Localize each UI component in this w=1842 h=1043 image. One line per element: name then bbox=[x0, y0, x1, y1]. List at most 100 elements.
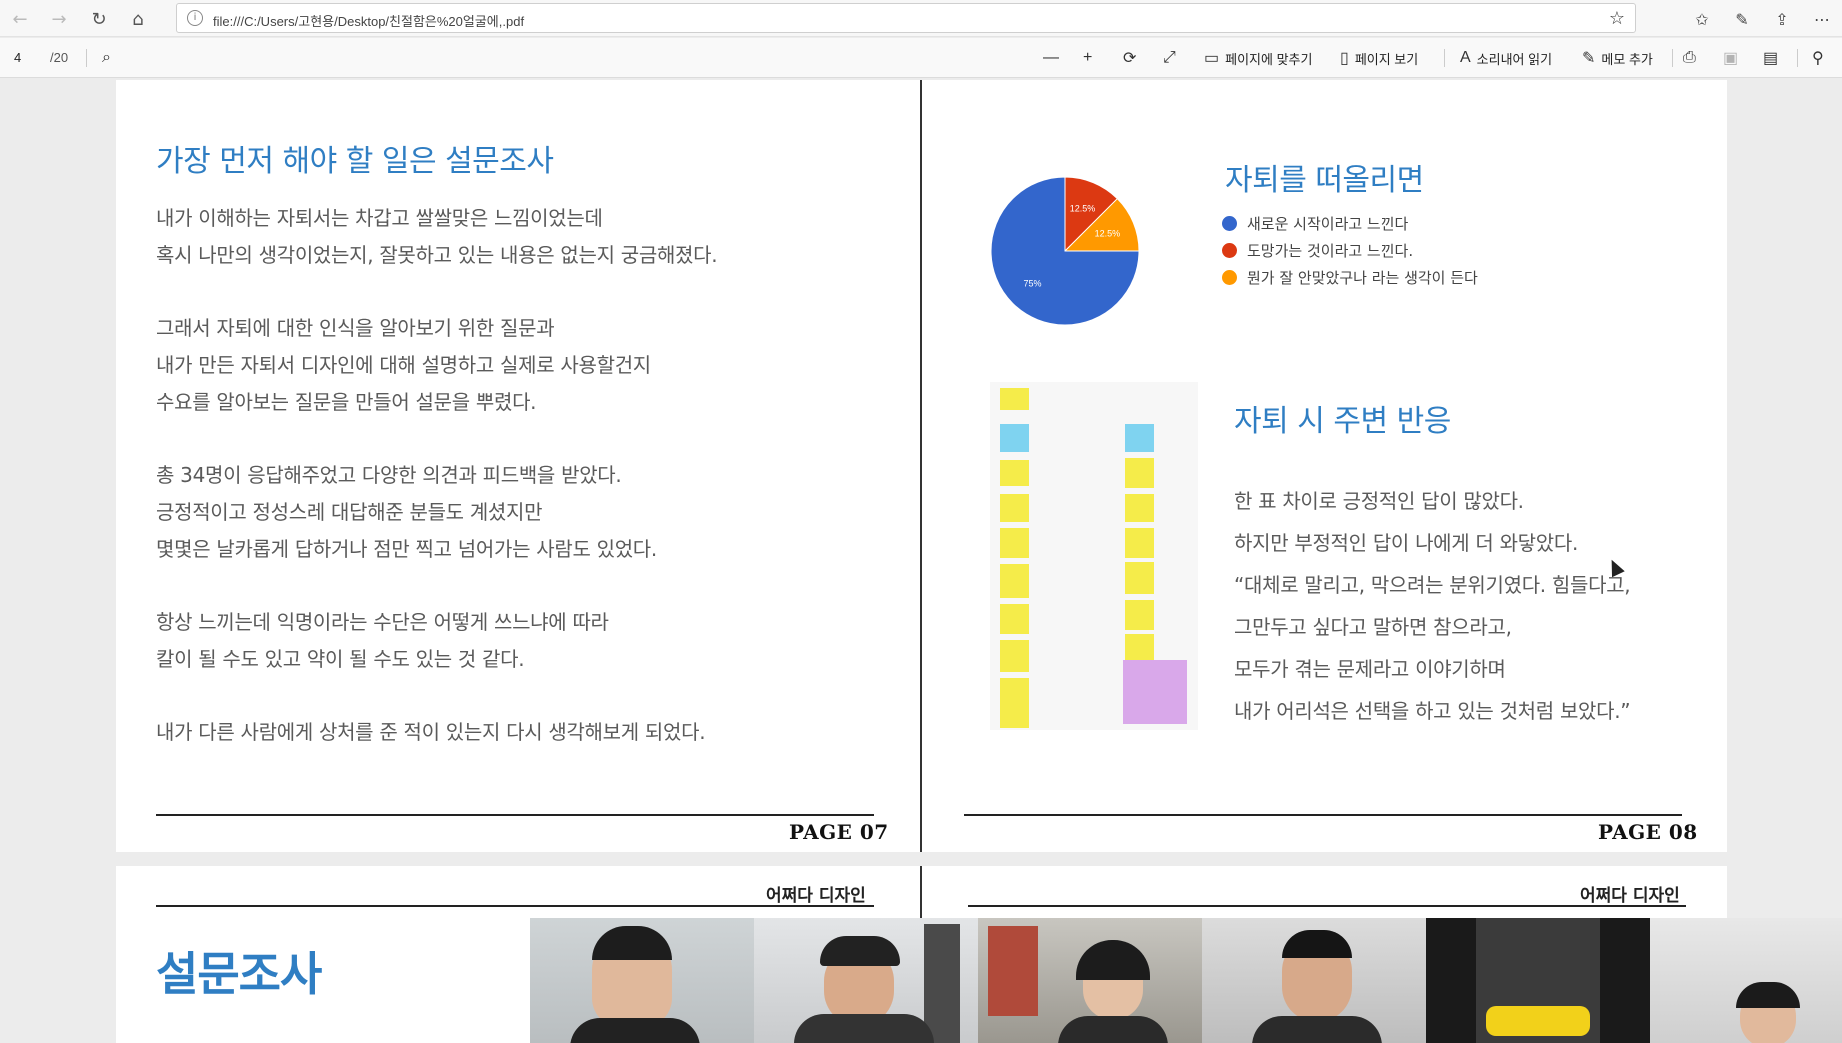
shirt-shape bbox=[794, 1014, 934, 1043]
zoom-out-icon[interactable]: — bbox=[1043, 46, 1059, 70]
page07-body: 내가 이해하는 자퇴서는 차갑고 쌀쌀맞은 느낌이었는데혹시 나만의 생각이었는… bbox=[156, 200, 718, 751]
chart-legend: 새로운 시작이라고 느낀다도망가는 것이라고 느낀다. 뭔가 잘 안맞았구나 라는… bbox=[1222, 210, 1478, 291]
body-text-line: 한 표 차이로 긍정적인 답이 많았다. bbox=[1234, 489, 1524, 513]
body-text-line: 내가 만든 자퇴서 디자인에 대해 설명하고 실제로 사용할건지 bbox=[156, 353, 651, 377]
yellow-label-shape bbox=[1486, 1006, 1590, 1036]
save-as-icon[interactable]: ▤ bbox=[1763, 46, 1778, 70]
body-text-line: 혹시 나만의 생각이었는지, 잘못하고 있는 내용은 없는지 궁금해졌다. bbox=[156, 243, 718, 267]
info-icon[interactable]: i bbox=[187, 10, 203, 26]
reaction-title: 자퇴 시 주변 반응 bbox=[1234, 404, 1451, 439]
body-text-line: “대체로 말리고, 막으려는 분위기였다. 힘들다고, bbox=[1234, 573, 1631, 597]
page08-body: 한 표 차이로 긍정적인 답이 많았다. 하지만 부정적인 답이 나에게 더 와닿… bbox=[1234, 480, 1631, 732]
legend-label: 도망가는 것이라고 느낀다. bbox=[1247, 242, 1414, 260]
page-number-label: PAGE 07 bbox=[789, 820, 889, 844]
footer-rule bbox=[964, 814, 1682, 816]
body-text-line: 총 34명이 응답해주었고 다양한 의견과 피드백을 받았다. bbox=[156, 463, 622, 487]
body-text-line: 내가 이해하는 자퇴서는 차갑고 쌀쌀맞은 느낌이었는데 bbox=[156, 206, 603, 230]
video-tile-4[interactable] bbox=[1202, 918, 1426, 1043]
forward-arrow-icon[interactable]: → bbox=[45, 5, 73, 33]
video-tile-5[interactable] bbox=[1426, 918, 1650, 1043]
legend-swatch bbox=[1222, 243, 1237, 258]
cap-shape bbox=[820, 936, 900, 966]
browser-titlebar: ← → ↻ ⌂ i file:///C:/Users/고현용/Desktop/친… bbox=[0, 0, 1842, 37]
hair-shape bbox=[1736, 982, 1800, 1008]
body-text-line: 그만두고 싶다고 말하면 참으라고, bbox=[1234, 615, 1512, 639]
search-icon[interactable]: ⌕ bbox=[102, 46, 111, 70]
legend-item: 뭔가 잘 안맞았구나 라는 생각이 든다 bbox=[1222, 264, 1478, 291]
body-text-line: 긍정적이고 정성스레 대답해준 분들도 계셨지만 bbox=[156, 500, 543, 524]
body-text-line: 그래서 자퇴에 대한 인식을 알아보기 위한 질문과 bbox=[156, 316, 555, 340]
page-title: 가장 먼저 해야 할 일은 설문조사 bbox=[156, 144, 554, 179]
favorites-icon[interactable]: ✩ bbox=[1688, 5, 1716, 33]
back-arrow-icon[interactable]: ← bbox=[6, 5, 34, 33]
hair-shape bbox=[1282, 930, 1352, 958]
read-aloud-button[interactable]: A 소리내어 읽기 bbox=[1460, 46, 1552, 70]
save-icon[interactable]: ▣ bbox=[1723, 46, 1738, 70]
divider bbox=[1797, 49, 1798, 67]
body-text-line: 하지만 부정적인 답이 나에게 더 와닿았다. bbox=[1234, 531, 1579, 555]
shirt-shape bbox=[1058, 1016, 1168, 1043]
legend-swatch bbox=[1222, 270, 1237, 285]
body-text-line: 내가 어리석은 선택을 하고 있는 것처럼 보았다.” bbox=[1234, 699, 1631, 723]
body-text-line: 칼이 될 수도 있고 약이 될 수도 있는 것 같다. bbox=[156, 647, 525, 671]
refresh-icon[interactable]: ↻ bbox=[85, 5, 113, 33]
divider bbox=[1444, 49, 1445, 67]
fit-page-icon: ▭ bbox=[1204, 50, 1220, 67]
pie-chart: 12.5% 12.5% 75% bbox=[990, 176, 1140, 326]
home-icon[interactable]: ⌂ bbox=[124, 5, 152, 33]
more-icon[interactable]: ⋯ bbox=[1808, 5, 1836, 33]
pie-data-label: 12.5% bbox=[1095, 228, 1121, 238]
background-object bbox=[988, 926, 1038, 1016]
fit-page-button[interactable]: ▭ 페이지에 맞추기 bbox=[1204, 46, 1312, 70]
jacket-shape bbox=[924, 924, 960, 1043]
zoom-in-icon[interactable]: + bbox=[1083, 46, 1092, 70]
hair-shape bbox=[592, 926, 672, 960]
video-tile-2[interactable] bbox=[754, 918, 978, 1043]
read-aloud-label: 소리내어 읽기 bbox=[1476, 51, 1553, 67]
shirt-shape bbox=[570, 1018, 700, 1043]
page-number-input[interactable]: 4 bbox=[8, 46, 36, 70]
rotate-icon[interactable]: ⟳ bbox=[1123, 46, 1136, 70]
add-note-button[interactable]: ✎ 메모 추가 bbox=[1582, 46, 1653, 70]
legend-item: 도망가는 것이라고 느낀다. bbox=[1222, 237, 1478, 264]
fullscreen-icon[interactable]: ⤢ bbox=[1163, 46, 1176, 70]
url-text: file:///C:/Users/고현용/Desktop/친절함은%20얼굴에,… bbox=[213, 14, 525, 29]
pin-icon[interactable]: ⚲ bbox=[1812, 46, 1824, 70]
divider bbox=[86, 49, 87, 67]
video-tile-3[interactable] bbox=[978, 918, 1202, 1043]
header-rule bbox=[968, 905, 1686, 907]
legend-item: 새로운 시작이라고 느낀다 bbox=[1222, 210, 1478, 237]
section-title: 설문조사 bbox=[156, 947, 322, 1001]
share-icon[interactable]: ⇪ bbox=[1768, 5, 1796, 33]
page-view-button[interactable]: ▯ 페이지 보기 bbox=[1340, 46, 1418, 70]
running-header: 어쩌다 디자인 bbox=[1580, 886, 1680, 906]
body-text-line: 내가 다른 사람에게 상처를 준 적이 있는지 다시 생각해보게 되었다. bbox=[156, 720, 706, 744]
shirt-shape bbox=[1252, 1016, 1382, 1043]
address-bar[interactable]: i file:///C:/Users/고현용/Desktop/친절함은%20얼굴… bbox=[176, 3, 1636, 33]
sticky-note-board-image bbox=[990, 382, 1198, 730]
video-tile-6[interactable] bbox=[1650, 918, 1842, 1043]
add-note-label: 메모 추가 bbox=[1601, 51, 1653, 67]
pen-icon: ✎ bbox=[1582, 50, 1596, 67]
chart-title: 자퇴를 떠올리면 bbox=[1225, 163, 1424, 198]
video-tile-1[interactable] bbox=[530, 918, 754, 1043]
page-total: /20 bbox=[50, 50, 69, 65]
footer-rule bbox=[156, 814, 874, 816]
header-rule bbox=[156, 905, 874, 907]
fit-page-label: 페이지에 맞추기 bbox=[1225, 51, 1313, 67]
running-header: 어쩌다 디자인 bbox=[766, 886, 866, 906]
favorite-star-icon[interactable]: ☆ bbox=[1609, 8, 1625, 29]
legend-label: 뭔가 잘 안맞았구나 라는 생각이 든다 bbox=[1247, 269, 1478, 287]
legend-swatch bbox=[1222, 216, 1237, 231]
pen-notes-icon[interactable]: ✎ bbox=[1728, 5, 1756, 33]
print-icon[interactable]: ⎙ bbox=[1683, 46, 1696, 70]
pie-data-label: 75% bbox=[1024, 278, 1042, 288]
pie-data-label: 12.5% bbox=[1070, 204, 1096, 214]
page-number-label: PAGE 08 bbox=[1598, 820, 1698, 844]
page-view-label: 페이지 보기 bbox=[1354, 51, 1419, 67]
divider bbox=[1672, 49, 1673, 67]
body-text-line: 몇몇은 날카롭게 답하거나 점만 찍고 넘어가는 사람도 있었다. bbox=[156, 537, 657, 561]
body-text-line: 모두가 겪는 문제라고 이야기하며 bbox=[1234, 657, 1506, 681]
